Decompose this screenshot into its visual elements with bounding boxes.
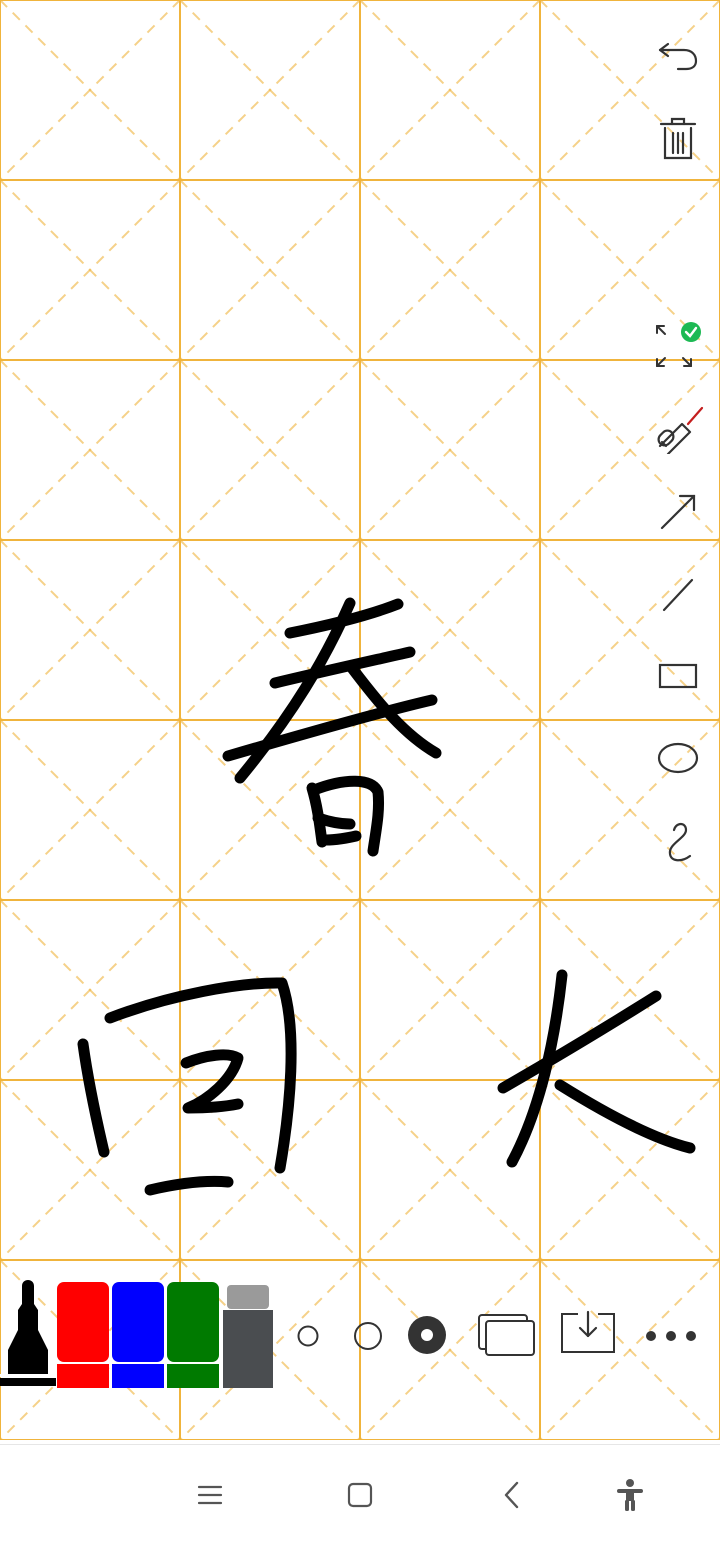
menu-nav-button[interactable] xyxy=(182,1467,238,1523)
freehand-tool-button[interactable] xyxy=(650,812,706,868)
laser-pointer-icon xyxy=(657,406,704,454)
red-pen-button[interactable] xyxy=(56,1282,110,1390)
line-tool-button[interactable] xyxy=(650,566,706,622)
home-icon xyxy=(347,1482,373,1508)
undo-button[interactable] xyxy=(650,26,706,82)
accessibility-icon xyxy=(617,1479,643,1511)
freehand-tool-icon xyxy=(668,822,692,862)
eraser-button[interactable] xyxy=(222,1282,274,1390)
laser-pointer-button[interactable] xyxy=(650,400,706,456)
system-nav-bar xyxy=(0,1444,720,1541)
handwriting-da xyxy=(497,969,696,1168)
more-button[interactable] xyxy=(642,1322,700,1350)
fullscreen-icon xyxy=(656,322,701,367)
back-nav-button[interactable] xyxy=(484,1467,540,1523)
line-tool-icon xyxy=(662,578,694,612)
blue-pen-button[interactable] xyxy=(111,1282,165,1390)
undo-icon xyxy=(658,42,698,71)
accessibility-nav-button[interactable] xyxy=(602,1467,658,1523)
black-pen-button[interactable] xyxy=(0,1278,56,1390)
back-icon xyxy=(504,1481,519,1509)
rectangle-tool-button[interactable] xyxy=(650,648,706,704)
pages-button[interactable] xyxy=(476,1312,538,1358)
stroke-size-medium-button[interactable] xyxy=(350,1318,386,1354)
arrow-tool-icon xyxy=(660,494,696,530)
rectangle-tool-icon xyxy=(658,663,698,689)
menu-icon xyxy=(197,1485,223,1505)
clear-button[interactable] xyxy=(650,110,706,166)
arrow-tool-button[interactable] xyxy=(650,484,706,540)
stroke-size-small-button[interactable] xyxy=(292,1320,324,1352)
save-button[interactable] xyxy=(558,1310,618,1356)
handwriting-chun xyxy=(222,597,442,857)
ellipse-tool-button[interactable] xyxy=(650,730,706,786)
drawing-canvas[interactable] xyxy=(0,0,720,1440)
ellipse-tool-icon xyxy=(657,742,699,774)
home-nav-button[interactable] xyxy=(332,1467,388,1523)
stroke-size-large-button[interactable] xyxy=(406,1314,448,1356)
trash-icon xyxy=(659,117,697,160)
green-pen-button[interactable] xyxy=(166,1282,220,1390)
fullscreen-button[interactable] xyxy=(650,316,706,372)
